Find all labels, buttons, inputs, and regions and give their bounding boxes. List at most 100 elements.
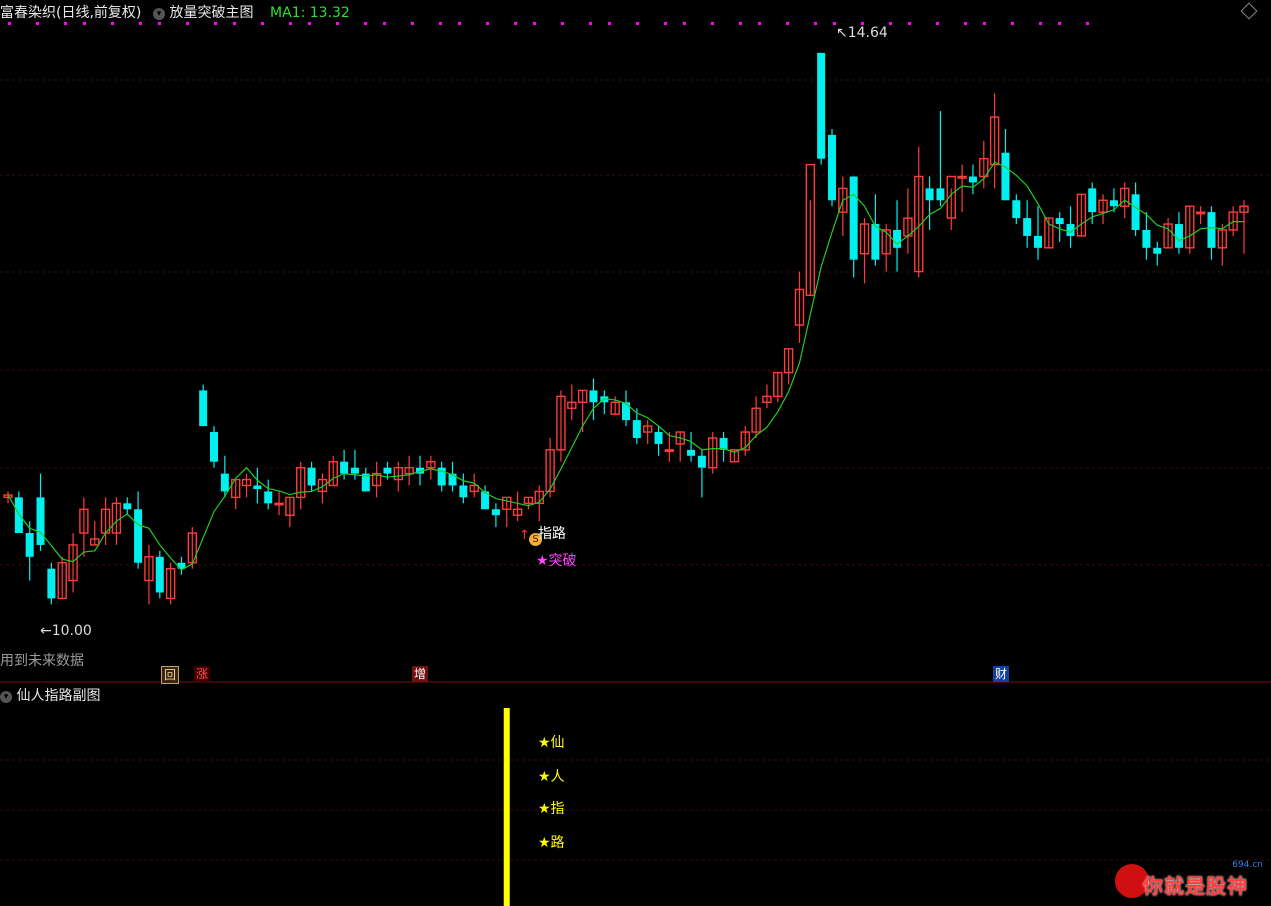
candle-body	[123, 503, 132, 510]
signal-dot	[139, 22, 142, 25]
candle-body	[1153, 247, 1162, 254]
candle-body	[697, 455, 706, 468]
signal-ren: ★人	[538, 769, 565, 785]
candle-body	[134, 509, 143, 563]
signal-dot	[1086, 22, 1089, 25]
chevron-down-icon[interactable]: ▾	[0, 691, 12, 703]
signal-dot	[364, 22, 367, 25]
signal-dot	[439, 22, 442, 25]
sub-indicator-label: 仙人指路副图	[16, 688, 101, 704]
signal-dot	[533, 22, 536, 25]
candle-body	[1055, 218, 1064, 225]
candle-body	[14, 497, 23, 534]
ma-readout: MA1: 13.32	[270, 5, 350, 21]
stock-title-text: 富春染织(日线,前复权)	[0, 5, 142, 21]
candle-body	[210, 432, 218, 462]
sub-indicator-name[interactable]: ▾ 仙人指路副图	[0, 685, 100, 705]
signal-dot	[383, 22, 386, 25]
signal-dot	[664, 22, 667, 25]
badge-zeng[interactable]: 增	[412, 666, 429, 682]
signal-dot	[1058, 22, 1061, 25]
candle-body	[871, 224, 880, 260]
signal-dot	[83, 22, 86, 25]
signal-dot	[1011, 22, 1014, 25]
signal-dot	[739, 22, 742, 25]
stock-title: 富春染织(日线,前复权)	[0, 4, 141, 22]
candle-body	[1023, 218, 1032, 236]
candle-body	[47, 568, 56, 599]
candle-body	[1174, 224, 1183, 248]
signal-dot	[486, 22, 489, 25]
zhilu-signal-label: 指路	[538, 526, 566, 542]
badge-zhang[interactable]: 涨	[194, 666, 211, 682]
signal-dot	[561, 22, 564, 25]
candle-body	[622, 402, 630, 421]
signal-zhi: ★指	[538, 801, 565, 817]
signal-dot	[458, 22, 461, 25]
signal-dot	[889, 22, 892, 25]
candle-body	[817, 52, 826, 159]
candle-body	[632, 420, 641, 438]
candle-body	[199, 390, 208, 427]
signal-dot	[589, 22, 592, 25]
candle-body	[1109, 200, 1118, 207]
candle-body	[936, 188, 945, 201]
signal-dot	[233, 22, 236, 25]
high-price-value: 14.64	[847, 25, 888, 41]
signal-dot	[111, 22, 114, 25]
candle-body	[968, 176, 977, 183]
main-indicator-name[interactable]: ▾ 放量突破主图	[153, 4, 253, 22]
candle-body	[36, 497, 45, 545]
candle-body	[220, 473, 229, 492]
signal-dot	[908, 22, 911, 25]
candle-body	[1207, 212, 1216, 248]
signal-dot	[64, 22, 67, 25]
candle-body	[654, 432, 663, 444]
low-price-value: 10.00	[51, 623, 92, 639]
signal-dot	[261, 22, 264, 25]
candle-body	[1142, 229, 1151, 248]
candle-body	[307, 467, 316, 486]
signal-dot	[336, 22, 339, 25]
signal-dot	[608, 22, 611, 25]
future-data-note: 用到未来数据	[0, 653, 84, 669]
chevron-down-icon[interactable]: ▾	[153, 8, 165, 20]
candle-body	[340, 461, 349, 474]
breakout-signal-label: ★突破	[536, 553, 577, 569]
candle-body	[828, 134, 836, 201]
signal-bar	[503, 708, 510, 906]
candle-body	[25, 533, 34, 557]
watermark-domain: 694.cn	[1232, 860, 1263, 870]
candle-body	[491, 509, 500, 516]
signal-dot	[683, 22, 686, 25]
signal-dot	[158, 22, 161, 25]
candle-body	[253, 485, 262, 490]
badge-hui[interactable]: 回	[161, 666, 180, 684]
candle-body	[893, 229, 902, 248]
signal-dot	[636, 22, 639, 25]
signal-dot	[711, 22, 714, 25]
candle-body	[1001, 152, 1010, 201]
candle-body	[1131, 194, 1140, 230]
signal-xian: ★仙	[538, 735, 565, 751]
signal-dot	[936, 22, 939, 25]
watermark-logo: 你就是股神 694.cn	[1113, 860, 1265, 900]
signal-dot	[1039, 22, 1042, 25]
signal-dot	[36, 22, 39, 25]
signal-dot	[411, 22, 414, 25]
high-price-label: ↖14.64	[836, 25, 888, 41]
candle-body	[1034, 235, 1042, 248]
badge-cai[interactable]: 财	[993, 666, 1010, 682]
candle-body	[350, 467, 359, 474]
signal-dot	[308, 22, 311, 25]
signal-dot	[814, 22, 817, 25]
candle-body	[1088, 188, 1097, 213]
signal-dot	[983, 22, 986, 25]
signal-dot	[758, 22, 761, 25]
candle-body	[1012, 200, 1021, 219]
signal-dot	[289, 22, 292, 25]
kline-chart[interactable]	[0, 0, 1271, 906]
watermark-text: 你就是股神	[1143, 874, 1248, 898]
signal-dot	[786, 22, 789, 25]
candle-body	[687, 449, 696, 456]
